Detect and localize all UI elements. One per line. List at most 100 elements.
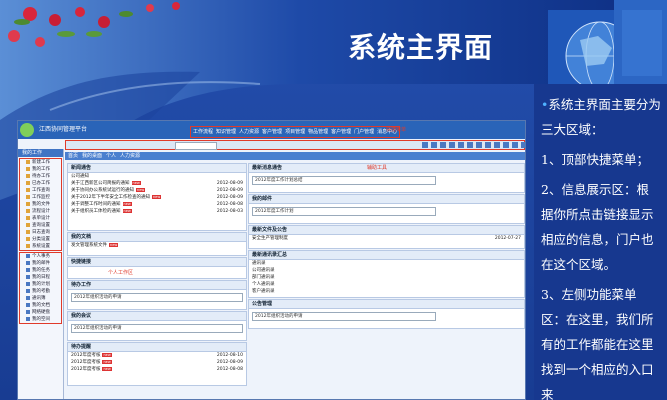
info-display-area: 首页 我的桌面 个人 人力资源 新闻通告 公司通知 关于江西新区公司简报的通知 n… — [65, 152, 525, 399]
list-item[interactable]: 安全生产管理制度 2012-07-27 — [249, 235, 524, 242]
sidebar-item[interactable]: 日志查询 — [20, 229, 61, 236]
sidebar-item[interactable]: 查询设置 — [20, 222, 61, 229]
sidebar-item[interactable]: 待办工作 — [20, 173, 61, 180]
tab-home[interactable]: 首页 — [68, 152, 78, 160]
description-paragraph: 3、左侧功能菜单区：在这里，我们所有的工作都能在这里找到一个相应的入口来 — [541, 287, 654, 400]
panel-news: 新闻通告 公司通知 关于江西新区公司简报的通知 new 2012-08-09 关于协… — [67, 163, 247, 231]
list-item[interactable]: 关于调整工作时间的通知 new 2012-08-08 — [68, 201, 246, 208]
tool-icon[interactable] — [422, 142, 428, 148]
sidebar-item[interactable]: 我的工作 — [20, 166, 61, 173]
select-field[interactable]: 2012年度工作计划总结 — [252, 176, 436, 185]
select-field[interactable]: 2012年组织活动的申请 — [252, 312, 436, 321]
sidebar-item[interactable]: 我的文件 — [20, 201, 61, 208]
sidebar-item[interactable]: 我的邮件 — [20, 260, 61, 267]
list-item[interactable]: 2012年度考核 new 2012-08-10 — [68, 352, 246, 359]
sidebar-item[interactable]: 我的空间 — [20, 316, 61, 323]
tool-icon[interactable] — [485, 142, 491, 148]
tool-icon[interactable] — [521, 142, 525, 148]
panel-notice-mgmt: 公告管理 2012年组织活动的申请 — [248, 299, 525, 329]
app-name: 江西协同管理平台 — [39, 126, 88, 133]
toolbar — [65, 140, 525, 150]
top-menu-item[interactable]: 知识管理 — [216, 127, 236, 137]
list-item[interactable]: 关于协同办公系统试运行的通知 new 2012-08-09 — [68, 187, 246, 194]
select-field[interactable]: 2012年组织活动的申请 — [71, 324, 243, 333]
tool-icon[interactable] — [431, 142, 437, 148]
list-item[interactable]: 关于江西新区公司简报的通知 new 2012-08-09 — [68, 180, 246, 187]
tool-icon[interactable] — [512, 142, 518, 148]
sidebar-header[interactable]: 我的工作 — [18, 149, 63, 157]
list-item[interactable]: 公司通知 — [68, 173, 246, 180]
sidebar-item[interactable]: 我的任务 — [20, 267, 61, 274]
tool-icon[interactable] — [494, 142, 500, 148]
top-menu-item[interactable]: 门户管理 — [354, 127, 374, 137]
sidebar-item[interactable]: 已办工作 — [20, 180, 61, 187]
top-menu-item[interactable]: 客户管理 — [262, 127, 282, 137]
toolbar-search-input[interactable] — [175, 142, 217, 150]
panel-mail: 我的邮件 2012年度工作计划 — [248, 194, 525, 224]
top-menu-item[interactable]: 人力资源 — [239, 127, 259, 137]
panel-title: 公告管理 — [249, 300, 524, 309]
sidebar-item[interactable]: 表单设计 — [20, 215, 61, 222]
panel-todo: 待办工作 2012年组织活动的申请 — [67, 280, 247, 310]
tool-icon[interactable] — [467, 142, 473, 148]
sidebar-item[interactable]: 新建工作 — [20, 159, 61, 166]
top-menu-item[interactable]: 物品管理 — [308, 127, 328, 137]
sidebar-group-personal: 个人事务 我的邮件 我的任务 我的日程 我的计划 我的考勤 通讯簿 我的文档 网… — [19, 252, 62, 324]
sidebar-item[interactable]: 我的日程 — [20, 274, 61, 281]
app-header: 江西协同管理平台 工作流程 知识管理 人力资源 客户管理 项目管理 物品管理 客… — [18, 121, 525, 139]
list-item[interactable]: 公司通讯录 — [249, 267, 524, 274]
tab-personal[interactable]: 个人 — [106, 152, 116, 160]
sidebar-item[interactable]: 通讯簿 — [20, 295, 61, 302]
tab-hr[interactable]: 人力资源 — [120, 152, 140, 160]
tab-desktop[interactable]: 我的桌面 — [82, 152, 102, 160]
panel-docs: 我的文档 发文管理系统文件 new — [67, 232, 247, 256]
sidebar-item[interactable]: 工作监控 — [20, 194, 61, 201]
tool-icon[interactable] — [503, 142, 509, 148]
description-paragraph: 1、顶部快捷菜单； — [541, 152, 649, 167]
panel-title: 快捷链接 — [68, 258, 246, 267]
panel-title: 待办工作 — [68, 281, 246, 290]
panel-meeting: 我的会议 2012年组织活动的申请 — [67, 311, 247, 341]
select-field[interactable]: 2012年组织活动的申请 — [71, 293, 243, 302]
list-item[interactable]: 2012年度考核 new 2012-08-09 — [68, 359, 246, 366]
app-logo-icon — [20, 123, 34, 137]
sidebar-item[interactable]: 分类设置 — [20, 236, 61, 243]
toolbar-icons — [422, 142, 525, 148]
description-paragraph: 2、信息展示区：根据你所点击链接显示相应的信息，门户也在这个区域。 — [541, 182, 654, 272]
list-item[interactable]: 通讯录 — [249, 260, 524, 267]
sidebar-item[interactable]: 网络硬盘 — [20, 309, 61, 316]
left-function-menu: 我的工作 新建工作 我的工作 待办工作 已办工作 工作查询 工作监控 我的文件 … — [18, 149, 64, 399]
top-menu-item[interactable]: 客户管理 — [331, 127, 351, 137]
panel-title: 我的文档 — [68, 233, 246, 242]
sidebar-item[interactable]: 系统设置 — [20, 243, 61, 250]
panel-plan: 待办提醒 2012年度考核 new 2012-08-10 2012年度考核 new 20… — [67, 342, 247, 386]
sidebar-item[interactable]: 我的计划 — [20, 281, 61, 288]
tool-icon[interactable] — [440, 142, 446, 148]
panel-title: 我的会议 — [68, 312, 246, 321]
sidebar-item[interactable]: 流程设计 — [20, 208, 61, 215]
annotation-personal: 个人工作区 — [108, 270, 134, 276]
list-item[interactable]: 部门通讯录 — [249, 274, 524, 281]
tab-bar: 首页 我的桌面 个人 人力资源 — [65, 152, 525, 160]
annotation-toolbar: 辅助工具 — [367, 165, 388, 171]
panel-title: 最新通讯录汇总 — [249, 251, 524, 260]
slide-title: 系统主界面 — [348, 31, 494, 64]
list-item[interactable]: 客户通讯录 — [249, 288, 524, 295]
panel-title: 待办提醒 — [68, 343, 246, 352]
list-item[interactable]: 2012年度考核 new 2012-08-08 — [68, 366, 246, 373]
presentation-slide: 系统主界面 江西协同管理平台 工作流程 知识管理 人力资源 客户管理 项目管理 … — [0, 0, 667, 400]
list-item[interactable]: 个人通讯录 — [249, 281, 524, 288]
tool-icon[interactable] — [458, 142, 464, 148]
sidebar-item[interactable]: 我的考勤 — [20, 288, 61, 295]
top-menu-item[interactable]: 项目管理 — [285, 127, 305, 137]
top-menu-item[interactable]: 工作流程 — [193, 127, 213, 137]
tool-icon[interactable] — [449, 142, 455, 148]
sidebar-item[interactable]: 我的文档 — [20, 302, 61, 309]
list-item[interactable]: 关于组织员工体检的通知 new 2012-08-03 — [68, 208, 246, 215]
select-field[interactable]: 2012年度工作计划 — [252, 207, 436, 216]
sidebar-item[interactable]: 个人事务 — [20, 253, 61, 260]
sidebar-item[interactable]: 工作查询 — [20, 187, 61, 194]
list-item[interactable]: 发文管理系统文件 new — [68, 242, 246, 249]
list-item[interactable]: 关于2012年下半年安全工作检查的通知 new 2012-08-09 — [68, 194, 246, 201]
tool-icon[interactable] — [476, 142, 482, 148]
